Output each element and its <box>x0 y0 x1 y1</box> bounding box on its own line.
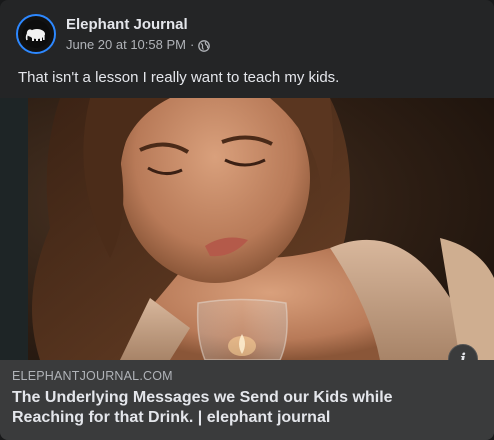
woman-photo-image <box>0 98 494 360</box>
globe-icon[interactable] <box>198 39 211 52</box>
elephant-logo-icon <box>22 20 50 48</box>
post-card: Elephant Journal June 20 at 10:58 PM · T… <box>0 0 494 440</box>
post-meta: June 20 at 10:58 PM · <box>66 36 211 54</box>
link-title[interactable]: The Underlying Messages we Send our Kids… <box>12 388 442 428</box>
page-avatar[interactable] <box>16 14 56 54</box>
meta-separator: · <box>189 36 195 52</box>
link-preview[interactable]: ELEPHANTJOURNAL.COM The Underlying Messa… <box>0 360 494 440</box>
link-preview-image[interactable]: i <box>0 98 494 360</box>
page-name-link[interactable]: Elephant Journal <box>66 15 210 35</box>
link-domain: ELEPHANTJOURNAL.COM <box>12 369 173 383</box>
post-header: Elephant Journal June 20 at 10:58 PM · <box>16 12 478 56</box>
header-text: Elephant Journal June 20 at 10:58 PM · <box>66 15 211 54</box>
post-timestamp[interactable]: June 20 at 10:58 PM <box>66 36 186 54</box>
post-text: That isn't a lesson I really want to tea… <box>18 69 340 86</box>
